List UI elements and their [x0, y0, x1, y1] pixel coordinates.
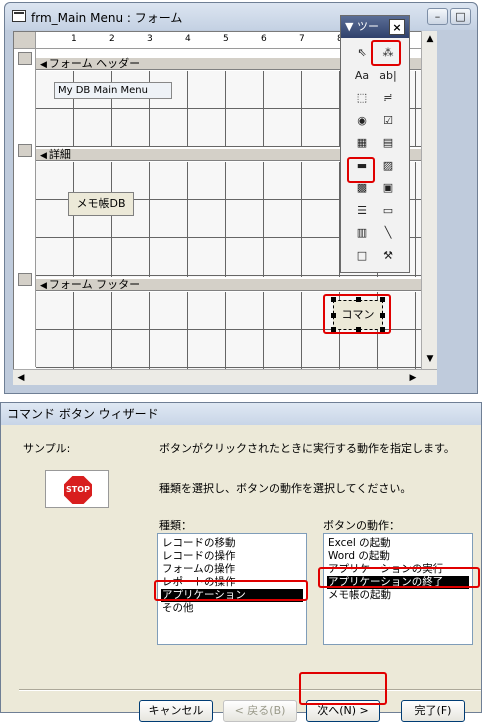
cancel-button[interactable]: キャンセル [139, 700, 213, 722]
main-menu-title-label[interactable]: My DB Main Menu [54, 82, 172, 99]
option-group-tool-icon[interactable]: ⬚ [351, 88, 373, 108]
back-button[interactable]: < 戻る(B) [223, 700, 297, 722]
maximize-button[interactable]: □ [450, 8, 471, 25]
wizard-title: コマンド ボタン ウィザード [1, 403, 481, 425]
image-tool-icon[interactable]: ▨ [377, 156, 399, 176]
toolbox-menu-icon[interactable]: ▼ [345, 20, 357, 33]
listbox-tool-icon[interactable]: ▤ [377, 133, 399, 153]
line-tool-icon[interactable]: ╲ [377, 223, 399, 243]
rectangle-tool-icon[interactable]: □ [351, 246, 373, 266]
finish-button[interactable]: 完了(F) [401, 700, 465, 722]
form-footer-bar[interactable]: ◀ フォーム フッター [36, 278, 422, 291]
command-button-wizard[interactable]: コマンド ボタン ウィザード サンプル: STOP ボタンがクリックされたときに… [0, 402, 482, 722]
page-break-tool-icon[interactable]: ☰ [351, 201, 373, 221]
toolbox-title: ツー [356, 20, 379, 33]
category-list-item[interactable]: フォームの操作 [161, 563, 303, 576]
form-selector[interactable] [14, 32, 36, 49]
section-arrow-icon: ◀ [40, 151, 47, 161]
design-window-title: frm_Main Menu : フォーム [31, 11, 183, 25]
detail-section-selector[interactable] [18, 144, 32, 157]
instruction-text-2: 種類を選択し、ボタンの動作を選択してください。 [159, 482, 412, 495]
footer-section-selector[interactable] [18, 273, 32, 286]
section-arrow-icon: ◀ [40, 60, 47, 70]
action-list-item[interactable]: メモ帳の起動 [327, 589, 469, 602]
highlight-wizard-tool [371, 40, 401, 66]
combobox-tool-icon[interactable]: ▦ [351, 133, 373, 153]
category-label: 種類： [159, 519, 192, 532]
horizontal-scrollbar[interactable]: ◀ ▶ [13, 369, 437, 385]
sample-preview: STOP [45, 470, 109, 508]
header-section-selector[interactable] [18, 52, 32, 65]
detail-label: 詳細 [48, 148, 71, 161]
form-footer-label: フォーム フッター [48, 278, 141, 291]
vertical-scrollbar[interactable]: ▲ ▼ [421, 31, 437, 369]
ruler-mark: 3 [147, 34, 153, 44]
ruler-mark: 2 [109, 34, 115, 44]
category-list-item[interactable]: その他 [161, 602, 303, 615]
select-tool-icon[interactable]: ⇖ [351, 43, 373, 63]
textbox-tool-icon[interactable]: ab| [377, 66, 399, 86]
vertical-ruler [14, 49, 36, 367]
toolbox-close-button[interactable]: × [389, 19, 405, 35]
option-button-tool-icon[interactable]: ◉ [351, 111, 373, 131]
stop-sign-icon: STOP [64, 476, 92, 504]
ruler-mark: 7 [299, 34, 305, 44]
wizard-divider [19, 689, 481, 691]
highlight-selected-action [318, 567, 480, 588]
toggle-button-tool-icon[interactable]: ≓ [377, 88, 399, 108]
sample-label: サンプル: [23, 442, 71, 455]
category-list-item[interactable]: レコードの移動 [161, 537, 303, 550]
checkbox-tool-icon[interactable]: ☑ [377, 111, 399, 131]
section-arrow-icon: ◀ [40, 281, 47, 291]
highlight-command-button-tool [347, 157, 375, 183]
minimize-button[interactable]: – [427, 8, 448, 25]
label-tool-icon[interactable]: Aa [351, 66, 373, 86]
ruler-mark: 4 [185, 34, 191, 44]
bound-object-tool-icon[interactable]: ▣ [377, 178, 399, 198]
category-list-item[interactable]: レコードの操作 [161, 550, 303, 563]
scroll-down-icon[interactable]: ▼ [422, 351, 438, 367]
wizard-body: サンプル: STOP ボタンがクリックされたときに実行する動作を指定します。 種… [9, 425, 481, 722]
main-menu-title-text: My DB Main Menu [58, 85, 148, 96]
subform-tool-icon[interactable]: ▥ [351, 223, 373, 243]
scroll-right-icon[interactable]: ▶ [405, 370, 421, 386]
ruler-mark: 1 [71, 34, 77, 44]
scroll-left-icon[interactable]: ◀ [13, 370, 29, 386]
form-icon [12, 10, 26, 22]
action-list-item[interactable]: Word の起動 [327, 550, 469, 563]
ruler-mark: 5 [223, 34, 229, 44]
more-controls-tool-icon[interactable]: ⚒ [377, 246, 399, 266]
action-list-item[interactable]: Excel の起動 [327, 537, 469, 550]
tab-control-tool-icon[interactable]: ▭ [377, 201, 399, 221]
action-listbox[interactable]: Excel の起動 Word の起動 アプリケーションの実行 アプリケーションの終了メ… [323, 533, 473, 645]
form-header-label: フォーム ヘッダー [48, 57, 141, 70]
ruler-mark: 6 [261, 34, 267, 44]
scroll-up-icon[interactable]: ▲ [422, 31, 438, 47]
highlight-next-button [299, 672, 387, 705]
highlight-command-button [323, 294, 391, 334]
memo-db-button[interactable]: メモ帳DB [68, 192, 134, 216]
highlight-selected-category [154, 580, 308, 601]
instruction-text-1: ボタンがクリックされたときに実行する動作を指定します。 [159, 442, 455, 455]
action-label: ボタンの動作： [323, 519, 400, 532]
